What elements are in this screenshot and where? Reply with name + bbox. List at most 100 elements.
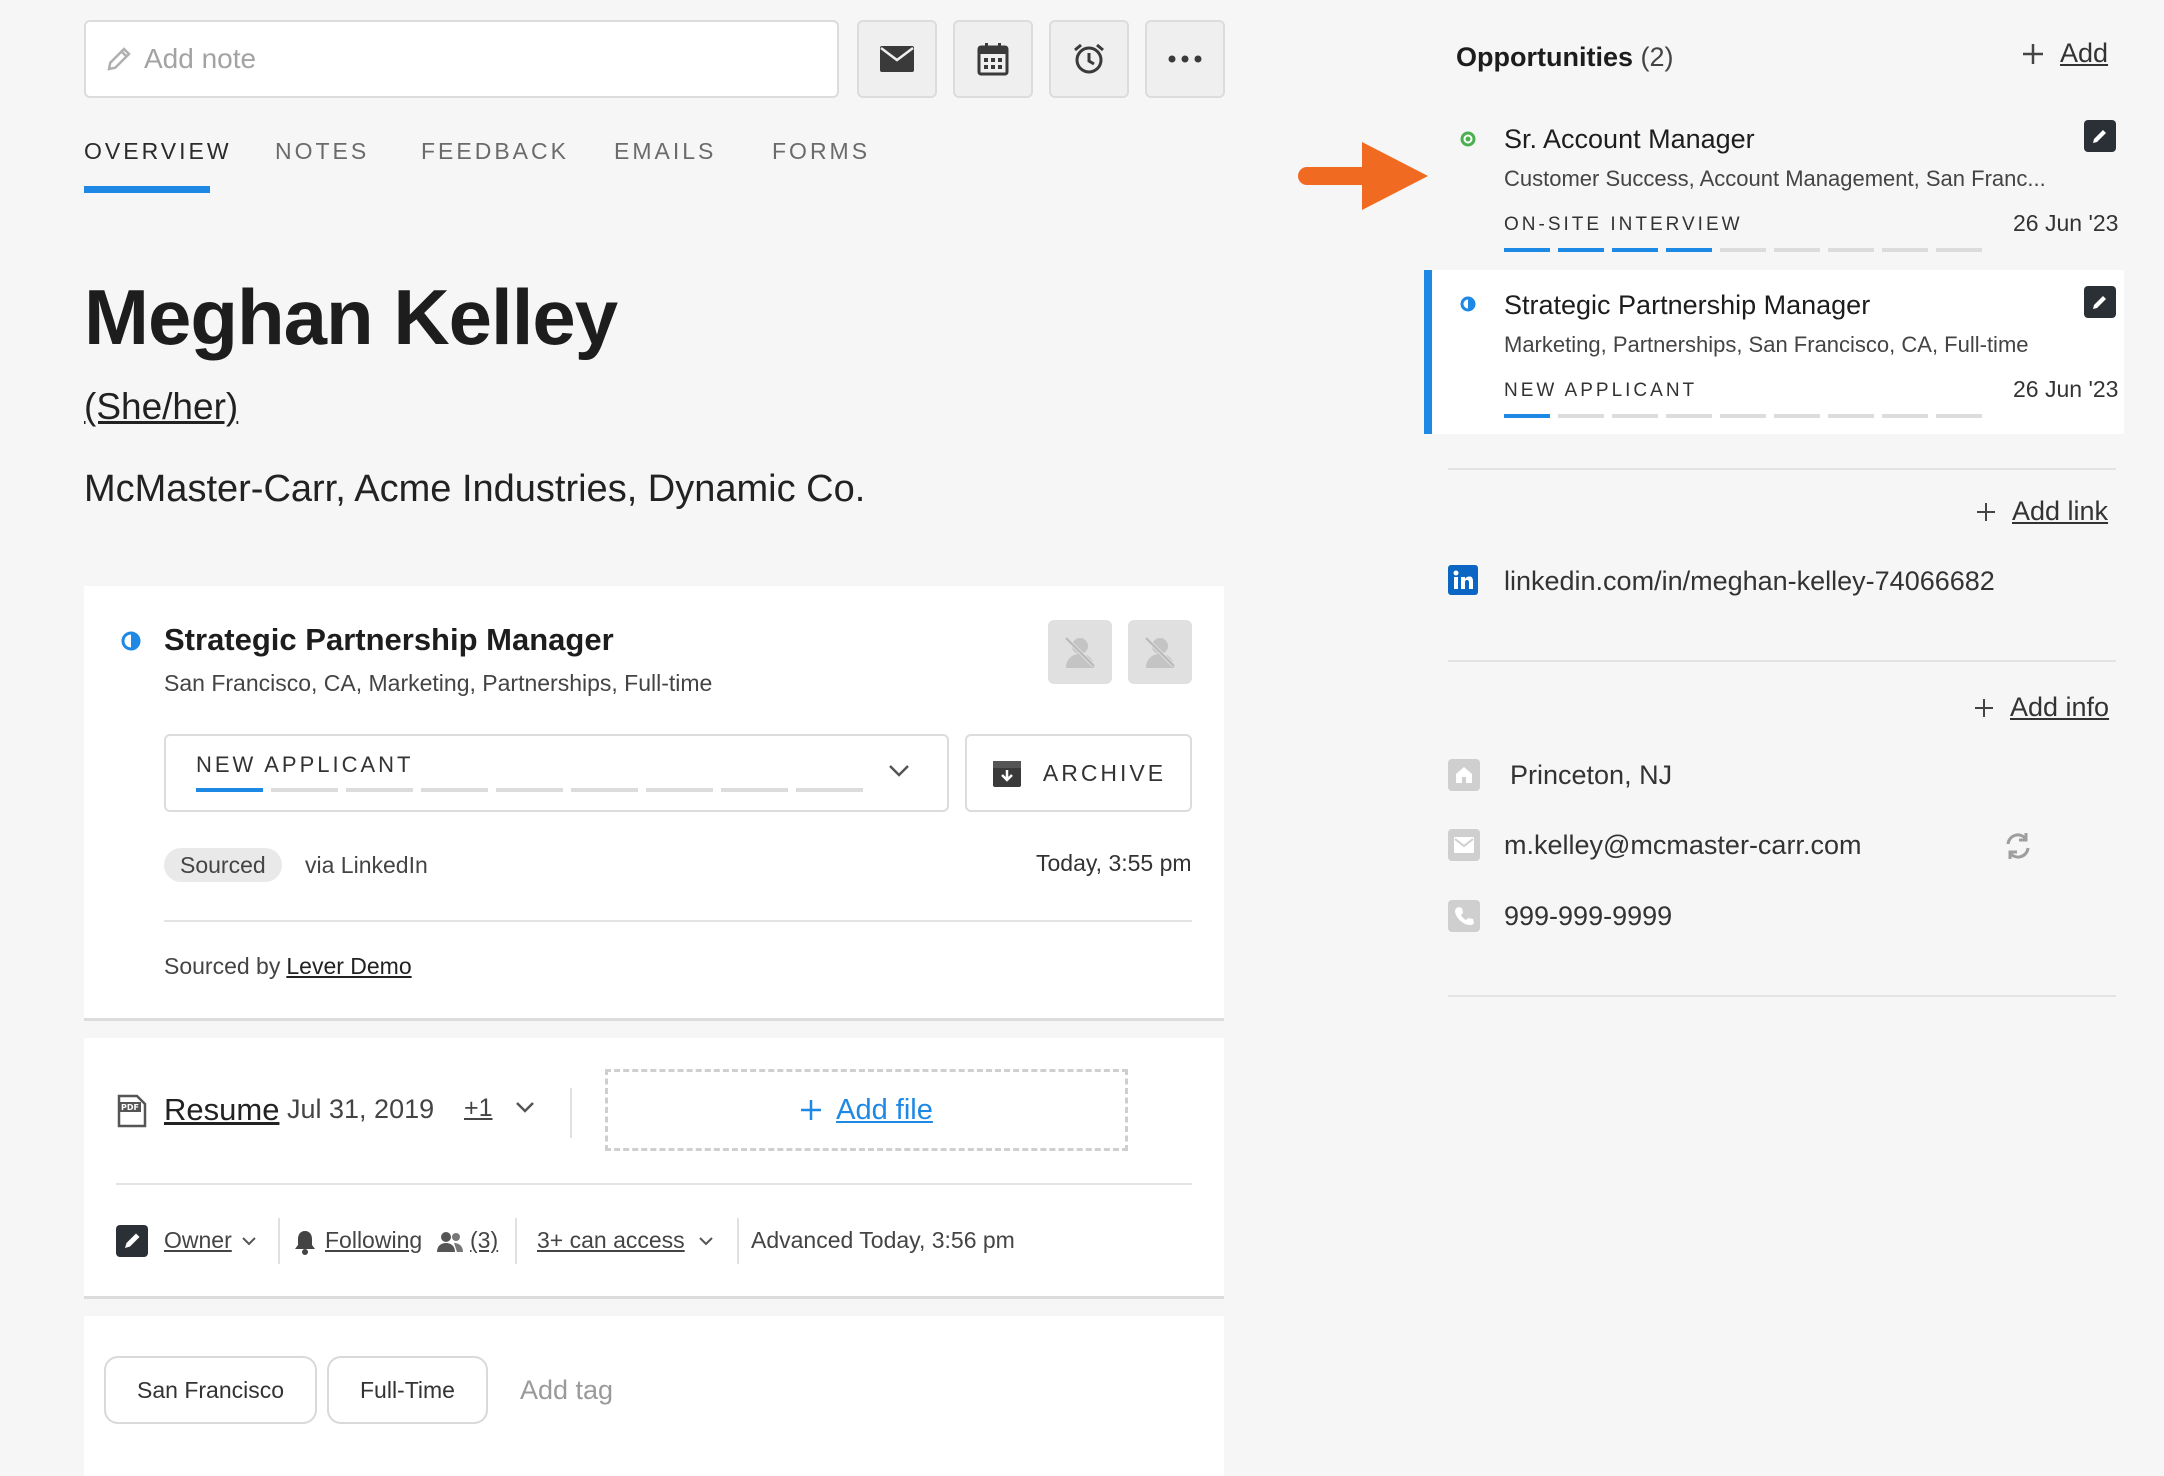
stage-progress-segment (1882, 414, 1928, 418)
tab-emails[interactable]: EMAILS (614, 138, 716, 165)
more-actions-button[interactable] (1145, 20, 1225, 98)
divider (1448, 468, 2116, 470)
email-icon (1448, 829, 1480, 861)
divider (1448, 660, 2116, 662)
edit-icon[interactable] (2084, 120, 2116, 152)
stage-progress-segment (1612, 414, 1658, 418)
phone-icon (1448, 900, 1480, 932)
add-tag-input[interactable]: Add tag (520, 1375, 613, 1406)
sourced-by-link[interactable]: Lever Demo (286, 953, 411, 979)
stage-progress-segment (1558, 414, 1604, 418)
resume-link[interactable]: Resume (164, 1092, 279, 1128)
archive-button[interactable]: ARCHIVE (965, 734, 1192, 812)
plus-icon (800, 1099, 822, 1121)
opportunity-1-subtitle: Customer Success, Account Management, Sa… (1504, 166, 2046, 191)
home-icon (1448, 759, 1480, 791)
unassigned-interviewer-button[interactable] (1128, 620, 1192, 684)
stage-progress-segment (1504, 414, 1550, 418)
divider (164, 920, 1192, 922)
chevron-down-icon[interactable] (515, 1101, 535, 1113)
alarm-icon (1072, 42, 1106, 76)
following-toggle[interactable]: Following (325, 1227, 422, 1254)
opportunities-count: (2) (1640, 42, 1674, 72)
owner-dropdown[interactable]: Owner (164, 1227, 232, 1254)
opportunity-2-title[interactable]: Strategic Partnership Manager (1504, 290, 1870, 321)
schedule-button[interactable] (953, 20, 1033, 98)
separator (278, 1218, 280, 1264)
stage-progress-segment (1774, 248, 1820, 252)
tab-notes[interactable]: NOTES (275, 138, 369, 165)
plus-icon (1976, 502, 1996, 522)
add-opportunity-button[interactable]: Add (2022, 38, 2108, 69)
followers-count-link[interactable]: (3) (470, 1227, 498, 1254)
archive-label: ARCHIVE (1042, 759, 1167, 786)
arrow-right-icon (1296, 142, 1430, 210)
more-files-link[interactable]: +1 (464, 1094, 493, 1123)
tag-san-francisco[interactable]: San Francisco (104, 1356, 318, 1424)
resume-date: Jul 31, 2019 (287, 1094, 435, 1124)
card-divider-line (84, 1018, 1224, 1021)
add-info-button[interactable]: Add info (1974, 692, 2109, 723)
stage-progress-segment (1828, 248, 1874, 252)
status-dot-icon (1460, 131, 1476, 147)
opportunity-title[interactable]: Strategic Partnership Manager (164, 622, 614, 658)
add-link-button[interactable]: Add link (1976, 496, 2108, 527)
status-half-icon (121, 631, 141, 651)
stage-progress-segment (1504, 248, 1550, 252)
tab-forms[interactable]: FORMS (772, 138, 870, 165)
stage-progress-segment (796, 788, 863, 792)
stage-progress-segment (571, 788, 638, 792)
plus-icon (2022, 43, 2044, 65)
opportunity-1-title[interactable]: Sr. Account Manager (1504, 124, 1755, 155)
stage-progress-segment (721, 788, 788, 792)
access-dropdown[interactable]: 3+ can access (537, 1227, 685, 1254)
owner-edit-icon (116, 1225, 148, 1257)
opportunity-2-stage: NEW APPLICANT (1504, 380, 1698, 401)
source-via: via LinkedIn (305, 852, 428, 878)
opportunity-subtitle: San Francisco, CA, Marketing, Partnershi… (164, 670, 713, 696)
chevron-down-icon (888, 764, 910, 778)
separator (515, 1218, 517, 1264)
separator (737, 1218, 739, 1264)
chevron-down-icon (698, 1236, 714, 1246)
candidate-name: Meghan Kelley (84, 273, 618, 361)
sourced-by-label: Sourced by (164, 953, 281, 979)
candidate-pronouns[interactable]: (She/her) (84, 386, 238, 428)
bell-icon (294, 1229, 316, 1255)
tab-feedback[interactable]: FEEDBACK (421, 138, 569, 165)
stage-progress-segment (1666, 248, 1712, 252)
owner-label: Owner (164, 1227, 232, 1253)
opportunities-heading: Opportunities (2) (1456, 42, 1674, 73)
stage-progress-segment (1558, 248, 1604, 252)
add-file-dropzone[interactable]: Add file (605, 1069, 1128, 1151)
separator (570, 1088, 572, 1138)
opportunity-2-date: 26 Jun '23 (2013, 376, 2119, 402)
tab-overview[interactable]: OVERVIEW (84, 138, 232, 165)
linkedin-link[interactable]: linkedin.com/in/meghan-kelley-74066682 (1504, 566, 1995, 597)
unassigned-owner-button[interactable] (1048, 620, 1112, 684)
add-file-label: Add file (836, 1093, 933, 1126)
mail-icon (879, 44, 915, 74)
reminder-button[interactable] (1049, 20, 1129, 98)
email-button[interactable] (857, 20, 937, 98)
sourced-by: Sourced by Lever Demo (164, 953, 412, 980)
add-opportunity-label: Add (2060, 38, 2109, 68)
stage-progress-segment (1882, 248, 1928, 252)
opportunities-title: Opportunities (1456, 42, 1633, 72)
tag-full-time[interactable]: Full-Time (327, 1356, 488, 1424)
stage-progress-segment (1612, 248, 1658, 252)
stage-label: NEW APPLICANT (196, 752, 414, 777)
followers-icon (436, 1231, 464, 1253)
stage-progress-segment (1774, 414, 1820, 418)
active-opportunity-indicator (1424, 270, 1432, 434)
stage-progress-segment (646, 788, 713, 792)
add-note-input[interactable]: Add note (84, 20, 839, 98)
stage-progress-segment (196, 788, 263, 792)
stage-progress-segment (1936, 248, 1982, 252)
edit-icon[interactable] (2084, 286, 2116, 318)
stage-progress-segment (1720, 414, 1766, 418)
chevron-down-icon (241, 1236, 257, 1246)
plus-icon (1974, 698, 1994, 718)
sync-icon[interactable] (2002, 830, 2034, 862)
email-link[interactable]: m.kelley@mcmaster-carr.com (1504, 830, 1861, 861)
